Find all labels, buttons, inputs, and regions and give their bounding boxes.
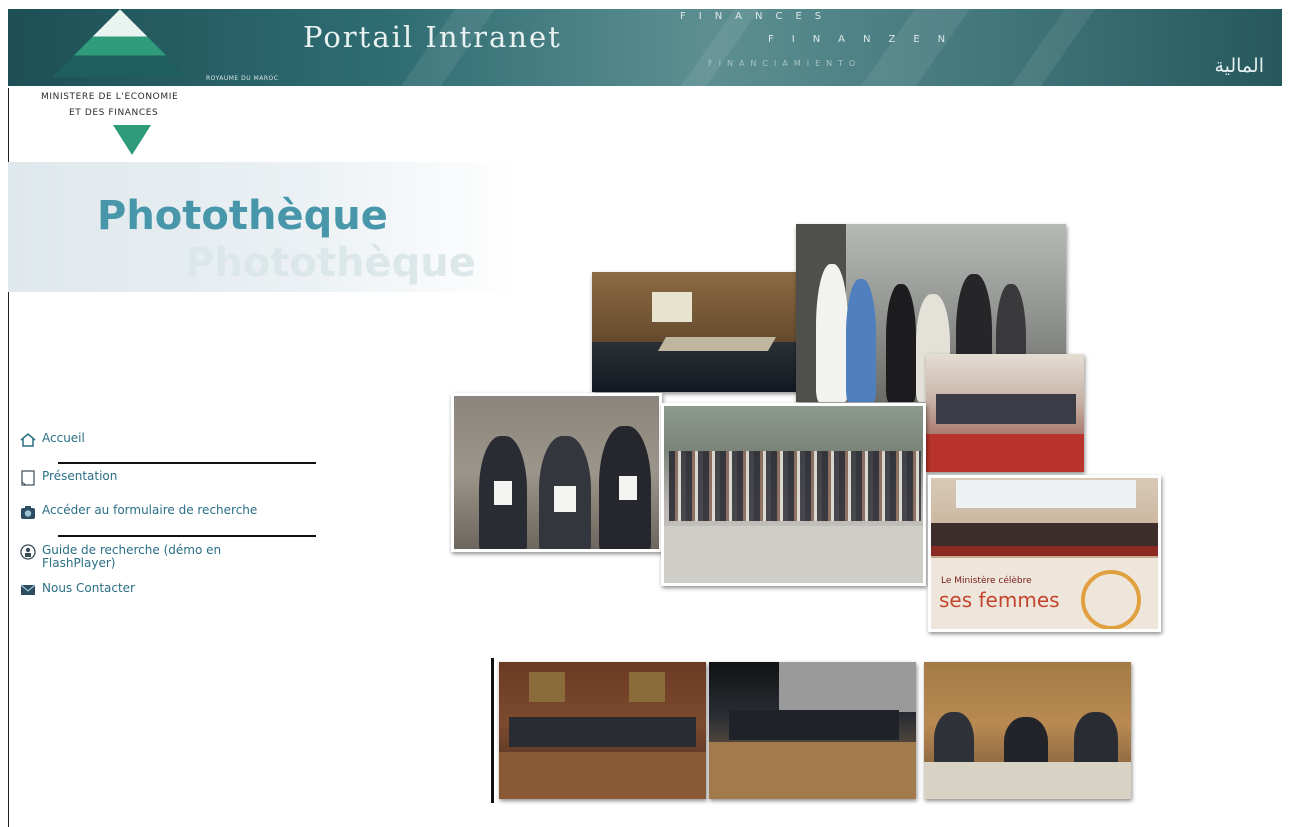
menu-label: Accéder au formulaire de recherche (42, 503, 258, 517)
home-icon (20, 433, 36, 447)
photo-certificates[interactable] (451, 393, 662, 552)
photo-group[interactable] (661, 403, 926, 586)
photo-conference-room[interactable] (592, 272, 798, 392)
header-banner: Portail Intranet ROYAUME DU MAROC FINANC… (8, 9, 1282, 86)
photo-womens-day[interactable]: Le Ministère célèbre ses femmes (928, 475, 1161, 632)
menu-item-presentation[interactable]: Présentation (20, 470, 117, 486)
logo-triangle (113, 125, 151, 155)
menu-item-guide[interactable]: Guide de recherche (démo en FlashPlayer) (20, 544, 282, 570)
photo-panel-discussion[interactable] (924, 662, 1131, 799)
gallery-divider (491, 658, 494, 803)
photo-meeting-table[interactable] (926, 354, 1084, 472)
menu-item-accueil[interactable]: Accueil (20, 432, 85, 448)
womens-day-line2: ses femmes (939, 588, 1060, 612)
menu-divider (58, 535, 316, 537)
menu-label: Accueil (42, 431, 85, 445)
womens-day-line1: Le Ministère célèbre (941, 576, 1032, 586)
page-title: Photothèque (97, 193, 388, 239)
photo-auditorium[interactable] (709, 662, 916, 799)
menu-label: Présentation (42, 469, 118, 483)
ministry-name-line1: MINISTERE DE L'ECONOMIE (41, 92, 179, 102)
arabic-label: المالية (1214, 55, 1264, 77)
portal-title: Portail Intranet (303, 20, 562, 54)
finanzen-word: FINANZEN (768, 34, 964, 45)
document-icon (21, 470, 35, 486)
menu-label: Nous Contacter (42, 581, 135, 595)
mail-icon (20, 584, 36, 595)
title-reflection: Photothèque (185, 240, 476, 286)
menu-divider (58, 462, 316, 464)
help-icon (20, 544, 36, 560)
photo-official-meeting[interactable] (499, 662, 706, 799)
camera-icon (21, 506, 35, 519)
royaume-label: ROYAUME DU MAROC (206, 75, 279, 82)
ministry-name-line2: ET DES FINANCES (69, 108, 159, 118)
menu-label: Guide de recherche (démo en FlashPlayer) (42, 543, 222, 570)
finances-word: FINANCES (680, 11, 835, 22)
financiamiento-word: FINANCIAMIENTO (708, 59, 862, 68)
menu-item-contact[interactable]: Nous Contacter (20, 582, 135, 598)
menu-item-formulaire[interactable]: Accéder au formulaire de recherche (20, 504, 282, 520)
